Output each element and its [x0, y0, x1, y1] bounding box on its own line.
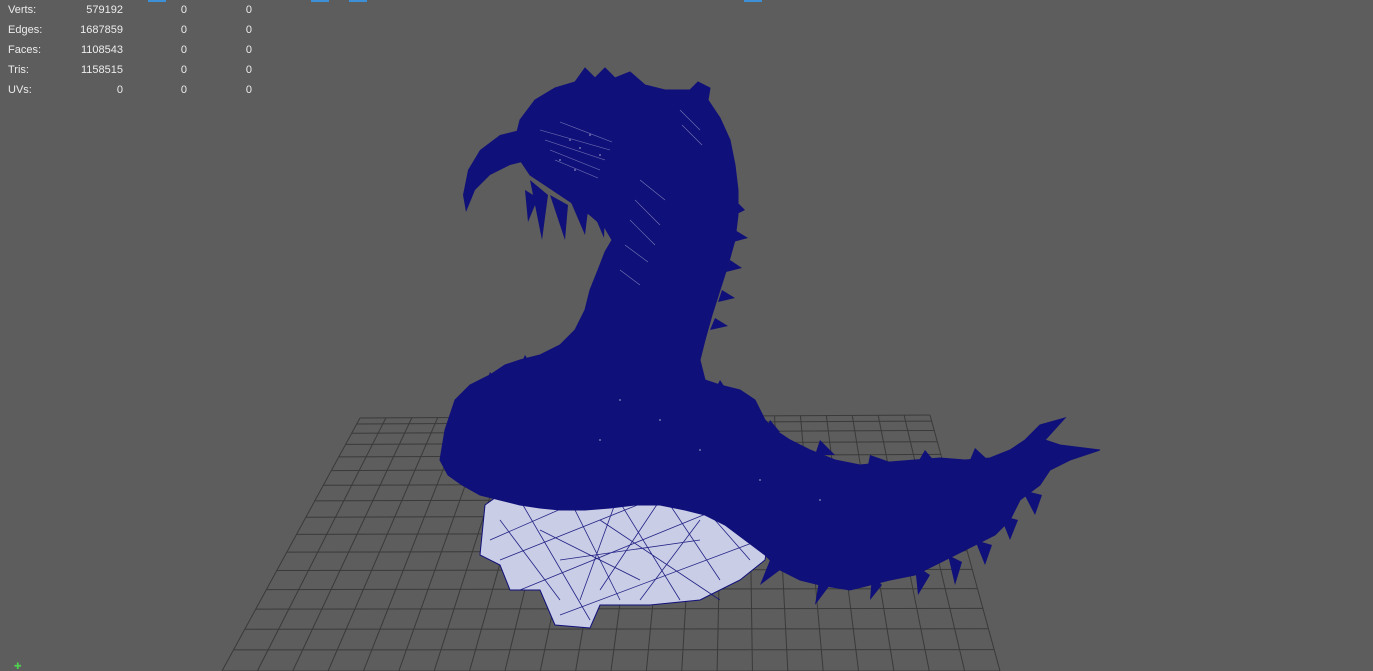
hud-label: Verts:	[8, 4, 37, 16]
grid-line	[256, 417, 387, 671]
hud-value: 0	[180, 24, 187, 36]
top-strip-marker	[311, 0, 329, 2]
hud-value: 0	[245, 4, 252, 16]
grid-line	[255, 607, 983, 610]
grid-line	[327, 417, 439, 671]
hud-value: 0	[180, 64, 187, 76]
top-strip-marker	[148, 0, 166, 2]
hud-value: 0	[116, 84, 123, 96]
grid-line	[221, 417, 361, 671]
viewport-canvas[interactable]	[0, 0, 1373, 671]
hud-value: 0	[180, 84, 187, 96]
top-strip-marker	[744, 0, 762, 2]
hud-label: Edges:	[8, 24, 43, 36]
top-strip-marker	[349, 0, 367, 2]
hud-value: 579192	[86, 4, 123, 16]
hud-value: 0	[245, 24, 252, 36]
hud-value: 0	[245, 84, 252, 96]
wireframe-mesh[interactable]	[439, 67, 1101, 629]
hud-value: 0	[180, 4, 187, 16]
hud-value: 0	[245, 64, 252, 76]
axis-indicator-icon: ✚	[14, 661, 22, 671]
hud-value: 1158515	[80, 64, 123, 76]
hud-label: Tris:	[8, 64, 29, 76]
hud-value: 0	[245, 44, 252, 56]
hud-value: 1108543	[80, 44, 123, 56]
hud-label: Faces:	[8, 44, 42, 56]
3d-viewport[interactable]	[0, 0, 1373, 671]
hud-value: 1687859	[80, 24, 123, 36]
hud-label: UVs:	[8, 84, 32, 96]
grid-line	[292, 417, 413, 671]
hud-value: 0	[180, 44, 187, 56]
